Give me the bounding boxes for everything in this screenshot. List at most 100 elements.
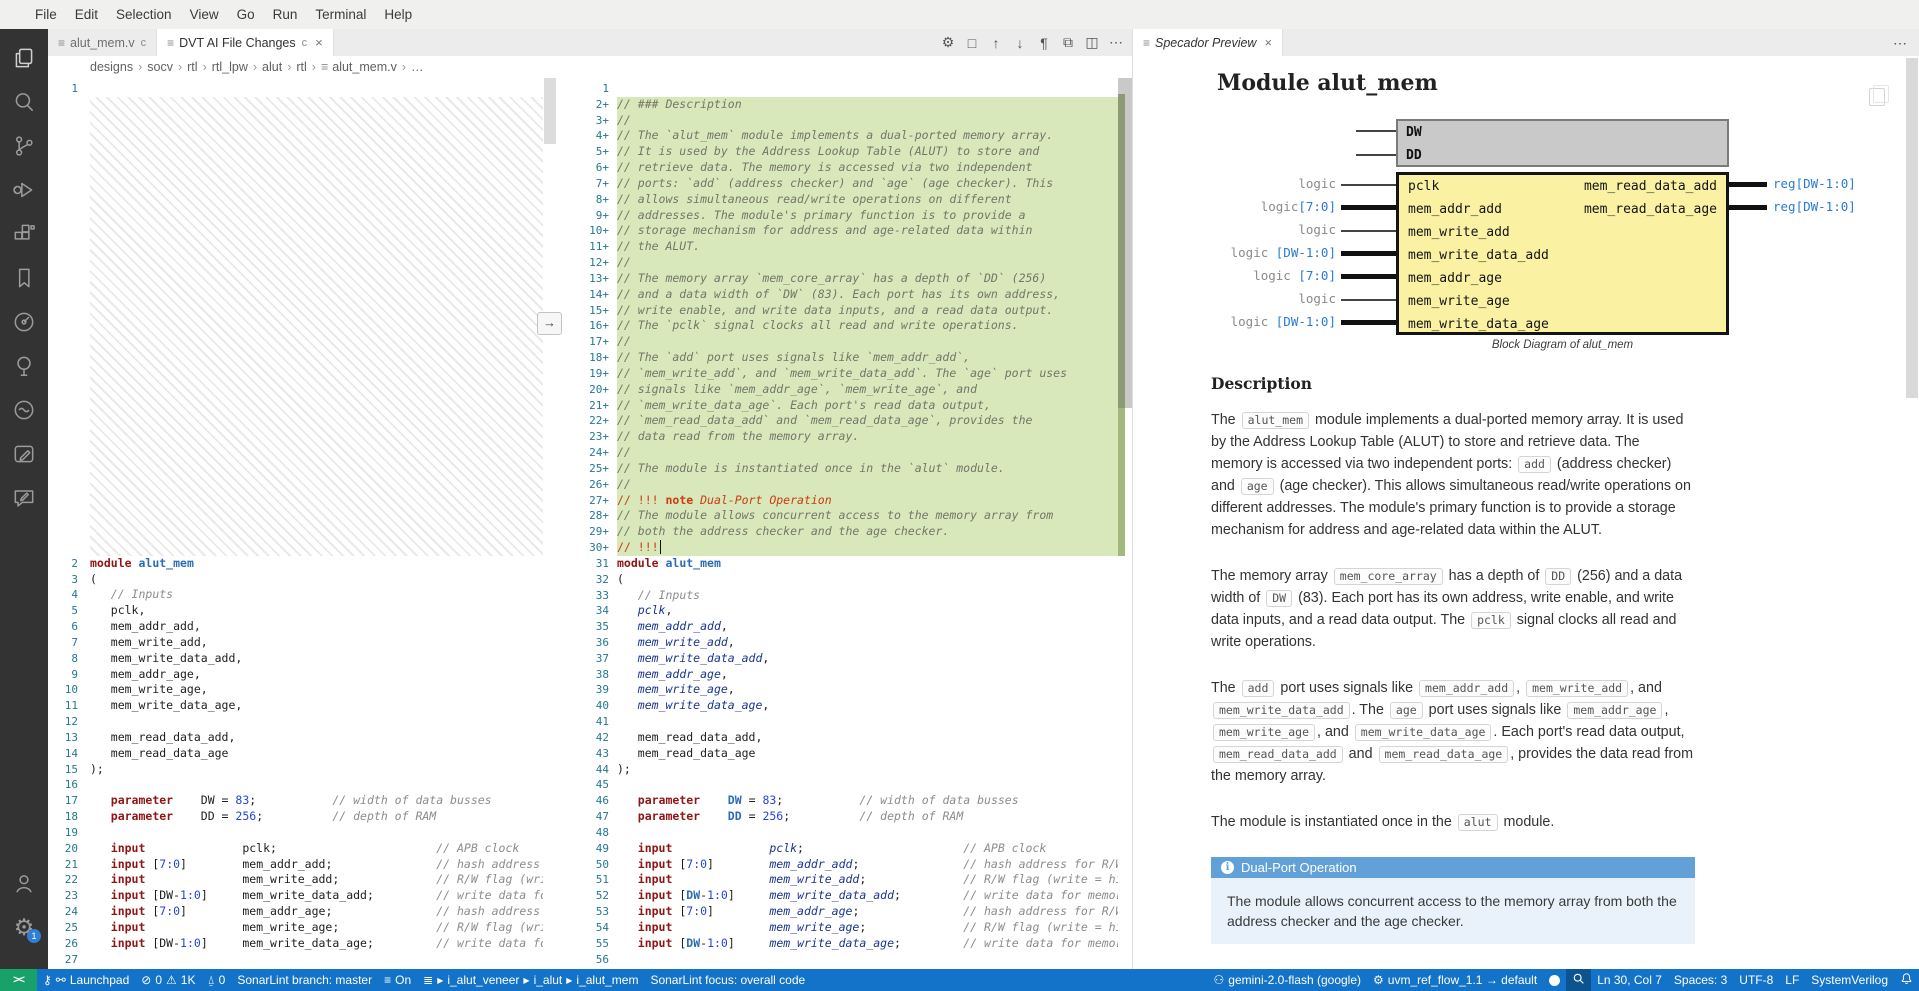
status-ports-indicator[interactable]: ⍙0 xyxy=(201,969,231,991)
settings-icon[interactable]: ⚙ xyxy=(938,34,958,51)
original-pane-scrollbar[interactable] xyxy=(543,78,557,969)
copy-diagram-icon[interactable] xyxy=(1869,88,1885,106)
code-line: 14+// and a data width of `DW` (83). Eac… xyxy=(563,287,1118,303)
code-line: 36 mem_write_add, xyxy=(563,635,1118,651)
timing-check-icon[interactable] xyxy=(11,309,37,335)
code-line: 49 input pclk; // APB clock xyxy=(563,841,1118,857)
edit-note-icon[interactable] xyxy=(11,441,37,467)
status-sonarlint-branch[interactable]: SonarLint branch: master xyxy=(231,969,378,991)
breadcrumb[interactable]: designs›socv›rtl›rtl_lpw›alut›rtl›≡alut_… xyxy=(48,56,1132,78)
bookmarks-icon[interactable] xyxy=(11,265,37,291)
diff-original-pane[interactable]: 12module alut_mem3(4 // Inputs5 pclk,6 m… xyxy=(48,78,543,969)
revert-change-arrow-icon[interactable]: → xyxy=(537,312,562,335)
whitespace-icon[interactable]: ¶ xyxy=(1034,35,1054,51)
code-line: 5+// It is used by the Address Lookup Ta… xyxy=(563,144,1118,160)
waveform-chat-icon[interactable] xyxy=(11,397,37,423)
breadcrumb-item[interactable]: rtl_lpw xyxy=(212,60,248,74)
menu-item-selection[interactable]: Selection xyxy=(107,7,181,22)
menu-item-edit[interactable]: Edit xyxy=(66,7,107,22)
code-line: 46 parameter DW = 83; // width of data b… xyxy=(563,793,1118,809)
menu-item-run[interactable]: Run xyxy=(264,7,307,22)
tab-dvt-ai-file-changes[interactable]: ≡DVT AI File Changesc× xyxy=(157,29,334,56)
code-line: 18+// The `add` port uses signals like `… xyxy=(563,350,1118,366)
diagram-input-type: logic xyxy=(1133,222,1336,237)
code-line: 45 xyxy=(563,777,1118,793)
tab-specador-preview[interactable]: ≡Specador Preview× xyxy=(1133,29,1283,56)
status-sonarlint-focus[interactable]: SonarLint focus: overall code xyxy=(644,969,811,991)
vscode-window: { "menu": {"items": ["File","Edit","Sele… xyxy=(0,0,1919,991)
extensions-icon[interactable] xyxy=(11,221,37,247)
split-editor-icon[interactable]: ◫ xyxy=(1082,34,1102,51)
previous-change-icon[interactable]: ↑ xyxy=(986,35,1006,51)
remote-indicator[interactable]: >< xyxy=(0,969,37,991)
annotate-icon[interactable] xyxy=(11,485,37,511)
status-dvt-toggle[interactable]: ≡On xyxy=(378,969,417,991)
diagram-input-type: logic [7:0] xyxy=(1133,268,1336,283)
inline-code: mem_read_data_age xyxy=(1379,746,1509,763)
breadcrumb-item[interactable]: rtl xyxy=(296,60,306,74)
breadcrumb-item[interactable]: alut xyxy=(262,60,282,74)
status-cursor-position[interactable]: Ln 30, Col 7 xyxy=(1591,969,1668,991)
status-design-hierarchy[interactable]: ≣▶i_alut_veneer▶i_alut▶i_alut_mem xyxy=(417,969,644,991)
tab-alut-mem-v[interactable]: ≡alut_mem.vc xyxy=(48,29,157,56)
status-uvm-flow[interactable]: ⚙uvm_ref_flow_1.1 → default xyxy=(1367,969,1543,991)
status-bar: >< ⚷⚯Launchpad⊘0⚠1K⍙0SonarLint branch: m… xyxy=(0,969,1919,991)
status-encoding[interactable]: UTF-8 xyxy=(1733,969,1779,991)
code-line: 42 mem_read_data_add, xyxy=(563,730,1118,746)
more-actions-icon[interactable]: ⋯ xyxy=(1893,35,1907,52)
diagram-output-port: mem_read_data_age xyxy=(1584,202,1717,217)
menu-item-terminal[interactable]: Terminal xyxy=(306,7,375,22)
run-debug-icon[interactable] xyxy=(11,177,37,203)
inline-view-icon[interactable]: □ xyxy=(962,35,982,51)
explorer-icon[interactable] xyxy=(11,45,37,71)
code-line: 28+// The module allows concurrent acces… xyxy=(563,508,1118,524)
breadcrumb-item[interactable]: socv xyxy=(147,60,173,74)
close-icon[interactable]: × xyxy=(1264,35,1272,50)
diagram-input-port: mem_write_add xyxy=(1408,225,1510,240)
breadcrumb-file[interactable]: alut_mem.v xyxy=(332,60,397,74)
menu-item-view[interactable]: View xyxy=(181,7,228,22)
status-ai-model[interactable]: ⚇gemini-2.0-flash (google) xyxy=(1208,969,1368,991)
status-language-mode[interactable]: SystemVerilog xyxy=(1805,969,1894,991)
modified-pane-scrollbar[interactable] xyxy=(1118,78,1132,969)
file-icon: ≡ xyxy=(321,60,328,74)
status-search-indicator[interactable] xyxy=(1566,969,1591,991)
preview-content[interactable]: Module alut_mem DWDDpclkmem_addr_addmem_… xyxy=(1133,56,1919,969)
design-tree-icon[interactable] xyxy=(11,353,37,379)
status-eol[interactable]: LF xyxy=(1779,969,1805,991)
diagram-parameter: DW xyxy=(1406,125,1422,140)
manage-gear-icon[interactable]: ⚙1 xyxy=(11,914,37,940)
code-line: 20+// signals like `mem_addr_age`, `mem_… xyxy=(563,382,1118,398)
status-notifications[interactable] xyxy=(1894,969,1919,991)
source-control-icon[interactable] xyxy=(11,133,37,159)
note-callout: i Dual-Port Operation The module allows … xyxy=(1211,857,1695,944)
search-icon[interactable] xyxy=(11,89,37,115)
status-launchpad[interactable]: ⚷⚯Launchpad xyxy=(37,969,135,991)
menu-item-go[interactable]: Go xyxy=(228,7,264,22)
inline-code: add xyxy=(1518,456,1551,473)
code-line: 4+// The `alut_mem` module implements a … xyxy=(563,128,1118,144)
diff-modified-pane[interactable]: 12+// ### Description3+//4+// The `alut_… xyxy=(563,78,1118,969)
tab-badge: c xyxy=(302,37,308,49)
code-line: 14 mem_read_data_age xyxy=(48,746,543,762)
breadcrumb-item[interactable]: designs xyxy=(90,60,133,74)
map-icon[interactable]: ⧉ xyxy=(1058,34,1078,51)
account-icon[interactable] xyxy=(11,870,37,896)
status-problems[interactable]: ⊘0⚠1K xyxy=(135,969,201,991)
activity-bar: ⚙1 xyxy=(0,29,48,969)
menu-item-help[interactable]: Help xyxy=(375,7,421,22)
status-indentation[interactable]: Spaces: 3 xyxy=(1668,969,1733,991)
preview-scrollbar[interactable] xyxy=(1905,56,1919,969)
menu-item-file[interactable]: File xyxy=(26,7,66,22)
code-line: 6 mem_addr_add, xyxy=(48,619,543,635)
code-line: 12 xyxy=(48,714,543,730)
close-icon[interactable]: × xyxy=(315,35,323,50)
more-actions-icon[interactable]: ⋯ xyxy=(1106,34,1126,51)
code-line: 15); xyxy=(48,762,543,778)
status-theme-circle[interactable] xyxy=(1543,969,1566,991)
inline-code: alut xyxy=(1458,814,1498,831)
next-change-icon[interactable]: ↓ xyxy=(1010,35,1030,51)
breadcrumb-item[interactable]: rtl xyxy=(187,60,197,74)
code-line: 22 input mem_write_add; // R/W flag (wri… xyxy=(48,872,543,888)
code-line: 41 xyxy=(563,714,1118,730)
